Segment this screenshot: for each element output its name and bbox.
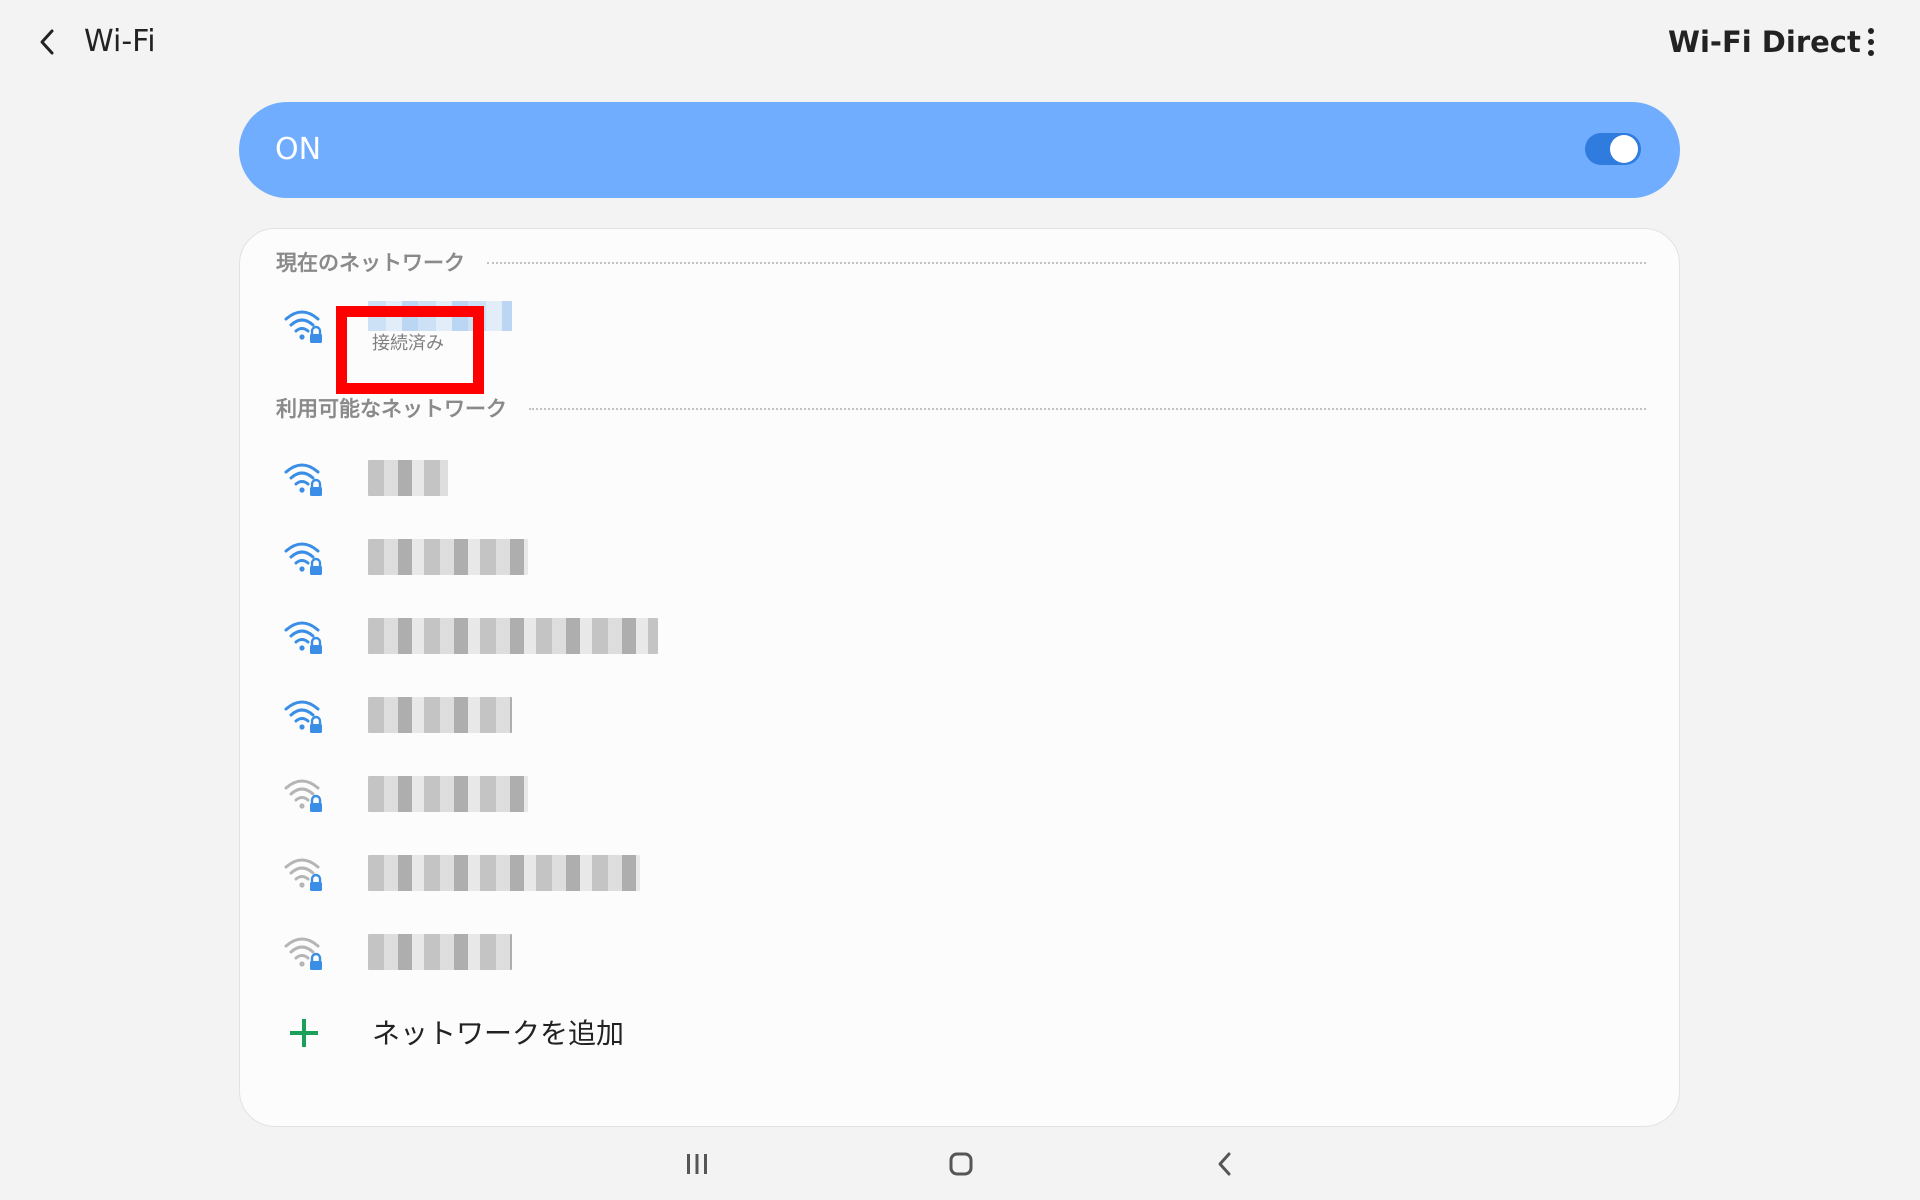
app-bar: Wi-Fi Wi-Fi Direct <box>0 0 1920 86</box>
network-list-item[interactable] <box>240 918 1681 988</box>
recents-button[interactable] <box>667 1140 727 1188</box>
page-title: Wi-Fi <box>84 24 156 59</box>
wifi-lock-icon <box>284 310 322 343</box>
section-divider <box>487 262 1646 264</box>
current-network-header: 現在のネットワーク <box>276 249 1646 277</box>
plus-icon <box>290 1019 318 1047</box>
section-divider <box>529 408 1646 410</box>
wifi-master-switch-bar[interactable]: ON <box>239 102 1680 198</box>
back-button[interactable] <box>28 22 68 62</box>
chevron-left-icon <box>40 29 54 55</box>
network-ssid-redacted <box>368 776 528 812</box>
home-icon <box>949 1152 973 1176</box>
nav-back-button[interactable] <box>1195 1140 1255 1188</box>
current-network-title: 現在のネットワーク <box>276 251 465 275</box>
networks-card: 現在のネットワーク 接続済み 利用可能なネットワーク ネットワークを追加 <box>239 228 1680 1127</box>
network-ssid-redacted <box>368 618 658 654</box>
network-ssid-redacted <box>368 934 512 970</box>
network-ssid-redacted <box>368 697 512 733</box>
network-ssid-redacted <box>368 855 640 891</box>
wifi-lock-icon <box>284 621 322 654</box>
network-ssid-redacted <box>368 539 528 575</box>
master-switch-label: ON <box>275 132 322 167</box>
more-vert-icon <box>1868 28 1874 34</box>
back-icon <box>1218 1152 1231 1176</box>
available-networks-header: 利用可能なネットワーク <box>276 395 1646 423</box>
network-list-item[interactable] <box>240 523 1681 593</box>
wifi-lock-icon <box>284 858 322 891</box>
available-networks-title: 利用可能なネットワーク <box>276 397 507 421</box>
add-network-button[interactable]: ネットワークを追加 <box>240 999 1681 1069</box>
wifi-direct-button[interactable]: Wi-Fi Direct <box>1668 24 1861 60</box>
wifi-lock-icon <box>284 542 322 575</box>
wifi-lock-icon <box>284 700 322 733</box>
home-button[interactable] <box>931 1140 991 1188</box>
network-list-item[interactable] <box>240 839 1681 909</box>
network-list-item[interactable] <box>240 681 1681 751</box>
network-list-item[interactable] <box>240 760 1681 830</box>
system-navigation-bar <box>0 1128 1920 1200</box>
wifi-lock-icon <box>284 937 322 970</box>
add-network-label: ネットワークを追加 <box>372 1017 625 1050</box>
toggle-knob <box>1610 135 1638 163</box>
network-list-item[interactable] <box>240 444 1681 514</box>
wifi-lock-icon <box>284 463 322 496</box>
recents-icon <box>687 1154 707 1174</box>
more-options-button[interactable] <box>1856 22 1886 62</box>
network-ssid-redacted <box>368 460 448 496</box>
wifi-lock-icon <box>284 779 322 812</box>
wifi-toggle[interactable] <box>1585 133 1641 165</box>
network-list-item[interactable] <box>240 602 1681 672</box>
highlight-annotation <box>336 306 484 394</box>
